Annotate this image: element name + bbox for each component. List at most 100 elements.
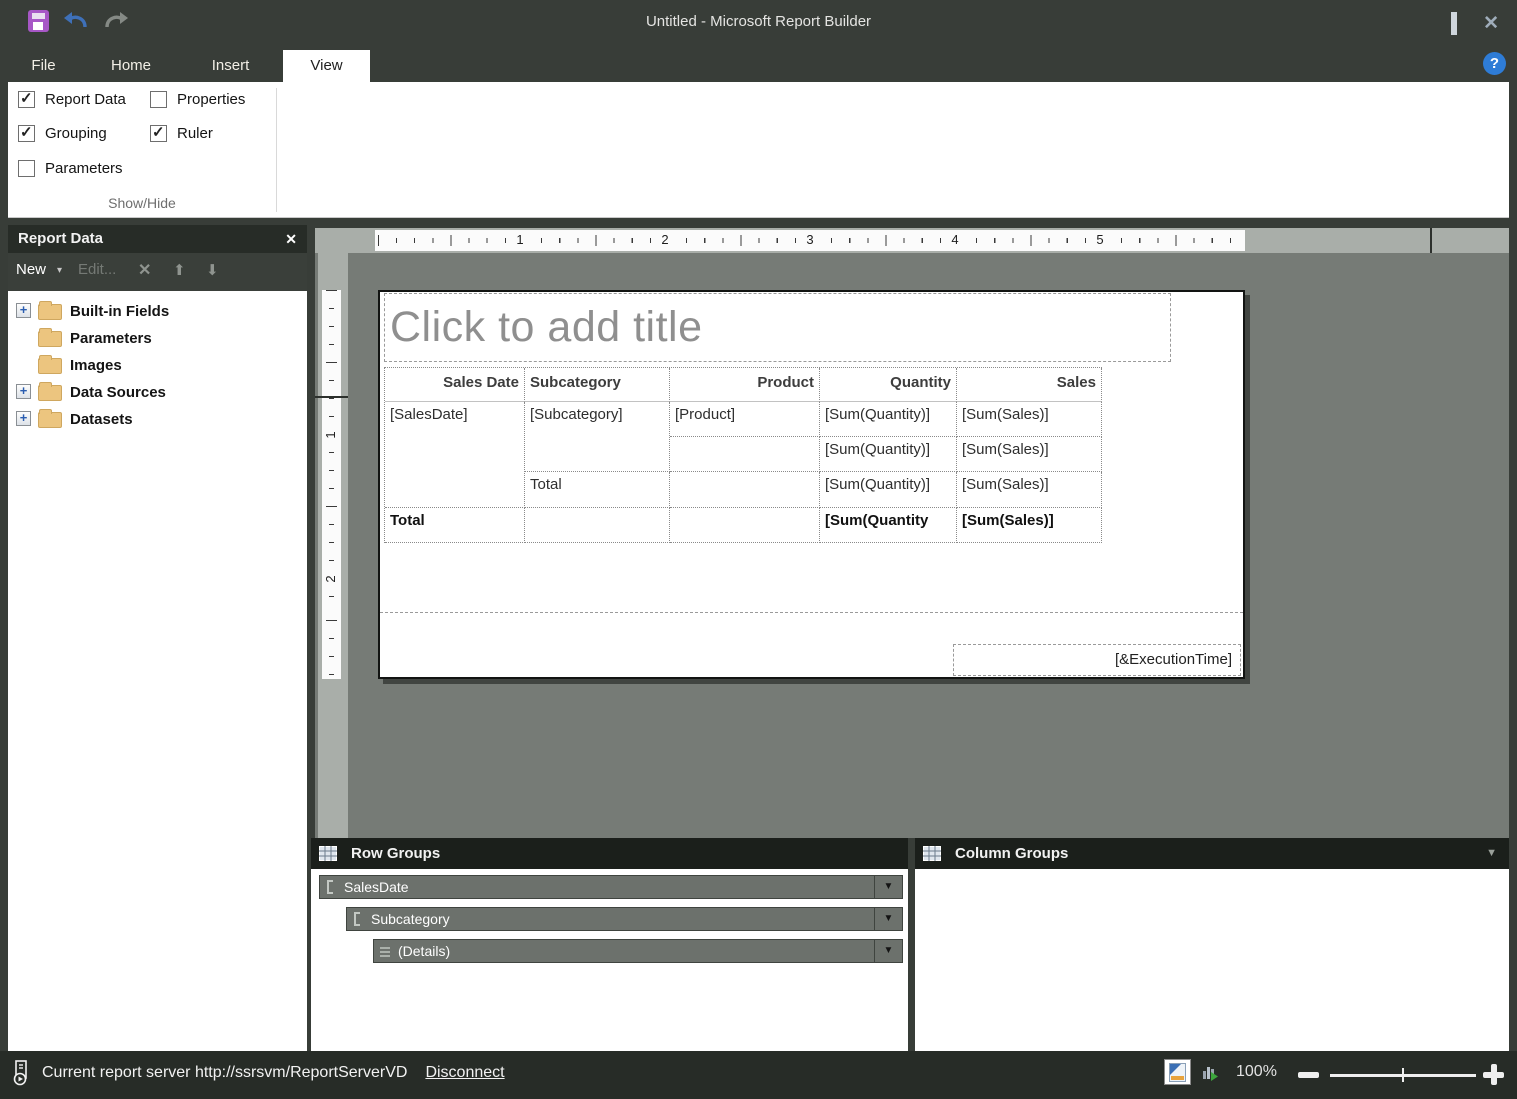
tablix-table[interactable]: Sales Date Subcategory Product Quantity …	[384, 367, 1102, 543]
disconnect-link[interactable]: Disconnect	[425, 1064, 504, 1082]
zoom-out-button[interactable]	[1298, 1072, 1319, 1078]
group-dropdown-button[interactable]: ▼	[874, 908, 902, 930]
column-groups-header: Column Groups ▼	[915, 838, 1509, 869]
tree-item-datasets[interactable]: + Datasets	[8, 407, 307, 434]
zoom-slider-handle[interactable]	[1402, 1068, 1404, 1082]
report-title-textbox[interactable]: Click to add title	[384, 293, 1171, 362]
tab-view[interactable]: View	[283, 50, 370, 82]
expand-icon[interactable]: +	[16, 384, 31, 399]
close-button[interactable]: ✕	[1483, 14, 1499, 33]
tree-item-parameters[interactable]: Parameters	[8, 326, 307, 353]
table-cell-subtotal-label[interactable]: Total	[525, 472, 670, 508]
column-header[interactable]: Product	[670, 368, 820, 402]
group-dropdown-button[interactable]: ▼	[874, 940, 902, 962]
report-data-toolbar: New ▾ Edit... ✕ ⬆ ⬇	[8, 253, 307, 291]
table-cell-sum-quantity[interactable]: [Sum(Quantity)]	[820, 402, 957, 437]
grouping-checkbox-label: Grouping	[45, 125, 107, 142]
properties-checkbox-label: Properties	[177, 91, 245, 108]
column-groups-dropdown-button[interactable]: ▼	[1486, 838, 1497, 869]
move-down-button[interactable]: ⬇	[206, 261, 219, 279]
tree-item-data-sources[interactable]: + Data Sources	[8, 380, 307, 407]
panel-close-button[interactable]: ✕	[285, 225, 297, 253]
group-bracket-icon	[354, 912, 360, 926]
move-up-button[interactable]: ⬆	[173, 261, 186, 279]
tree-item-built-in-fields[interactable]: + Built-in Fields	[8, 299, 307, 326]
folder-icon	[38, 412, 62, 428]
group-dropdown-button[interactable]: ▼	[874, 876, 902, 898]
column-header[interactable]: Sales Date	[385, 368, 525, 402]
table-cell-empty[interactable]	[670, 472, 820, 508]
table-cell-empty[interactable]	[670, 437, 820, 472]
expand-icon[interactable]: +	[16, 411, 31, 426]
delete-icon: ✕	[138, 262, 151, 279]
properties-checkbox[interactable]	[150, 91, 167, 108]
status-bar: Current report server http://ssrsvm/Repo…	[0, 1051, 1517, 1099]
column-groups-title: Column Groups	[955, 838, 1068, 869]
ribbon-view-tab-content: ✓ Report Data Properties ✓ Grouping ✓ Ru…	[8, 82, 1509, 218]
row-group-salesdate[interactable]: SalesDate ▼	[319, 875, 903, 899]
table-cell-sum-sales[interactable]: [Sum(Sales)]	[957, 437, 1102, 472]
group-label: Subcategory	[371, 911, 450, 927]
close-icon: ✕	[285, 231, 297, 247]
vertical-ruler: 1 2	[322, 290, 341, 679]
table-cell-total-quantity[interactable]: [Sum(Quantity	[820, 508, 957, 543]
tab-file[interactable]: File	[12, 50, 75, 82]
row-group-details[interactable]: (Details) ▼	[373, 939, 903, 963]
table-cell-sum-quantity[interactable]: [Sum(Quantity)]	[820, 472, 957, 508]
table-cell-empty[interactable]	[525, 508, 670, 543]
design-view-button[interactable]	[1164, 1059, 1191, 1085]
report-builder-window: Untitled - Microsoft Report Builder ✕ Fi…	[0, 0, 1517, 1099]
ruler-segment-footer	[322, 620, 341, 679]
column-header[interactable]: Quantity	[820, 368, 957, 402]
execution-time-textbox[interactable]: [&ExecutionTime]	[953, 644, 1241, 676]
report-data-checkbox[interactable]: ✓	[18, 91, 35, 108]
table-cell-empty[interactable]	[670, 508, 820, 543]
zoom-in-button[interactable]	[1483, 1064, 1504, 1085]
parameters-checkbox[interactable]	[18, 160, 35, 177]
row-groups-panel: SalesDate ▼ Subcategory ▼ (Details) ▼	[311, 869, 908, 1051]
grouping-checkbox[interactable]: ✓	[18, 125, 35, 142]
table-cell-sum-sales[interactable]: [Sum(Sales)]	[957, 402, 1102, 437]
table-cell-product[interactable]: [Product]	[670, 402, 820, 437]
tree-item-label: Data Sources	[70, 384, 166, 401]
report-server-icon	[12, 1060, 32, 1086]
ribbon-group-label: Show/Hide	[8, 195, 276, 211]
horizontal-ruler: 1 2 3 4 5	[375, 230, 1245, 251]
table-cell-total-label[interactable]: Total	[385, 508, 525, 543]
ruler-number: 1	[512, 232, 528, 247]
table-cell-subcategory[interactable]: [Subcategory]	[525, 402, 670, 472]
table-cell-total-sales[interactable]: [Sum(Sales)]	[957, 508, 1102, 543]
column-header[interactable]: Sales	[957, 368, 1102, 402]
ruler-marker	[1430, 228, 1432, 253]
edit-button[interactable]: Edit...	[78, 261, 116, 278]
expand-icon[interactable]: +	[16, 303, 31, 318]
table-grid-icon	[923, 846, 941, 861]
ruler-checkbox[interactable]: ✓	[150, 125, 167, 142]
up-arrow-icon: ⬆	[173, 262, 186, 279]
help-button[interactable]: ?	[1483, 52, 1506, 75]
report-canvas[interactable]: Click to add title Sales Date Subcategor…	[378, 290, 1245, 679]
group-bracket-icon	[327, 880, 333, 894]
tab-insert[interactable]: Insert	[188, 50, 273, 82]
table-cell-sum-quantity[interactable]: [Sum(Quantity)]	[820, 437, 957, 472]
dropdown-icon: ▼	[884, 881, 894, 892]
server-status: Current report server http://ssrsvm/Repo…	[12, 1060, 505, 1086]
group-label: SalesDate	[344, 879, 409, 895]
maximize-button[interactable]	[1451, 15, 1457, 33]
table-cell-salesdate[interactable]: [SalesDate]	[385, 402, 525, 508]
checkbox-row: ✓ Grouping	[18, 125, 107, 142]
group-label: (Details)	[398, 943, 450, 959]
window-title: Untitled - Microsoft Report Builder	[0, 13, 1517, 30]
ruler-segment-body: 1 2	[322, 290, 341, 612]
new-dropdown-icon[interactable]: ▾	[57, 265, 62, 276]
new-button[interactable]: New	[16, 261, 46, 278]
run-view-button[interactable]	[1196, 1059, 1223, 1085]
ruler-number: 2	[323, 571, 339, 587]
row-groups-title: Row Groups	[351, 838, 440, 869]
table-cell-sum-sales[interactable]: [Sum(Sales)]	[957, 472, 1102, 508]
row-group-subcategory[interactable]: Subcategory ▼	[346, 907, 903, 931]
delete-button[interactable]: ✕	[138, 260, 151, 280]
tree-item-images[interactable]: Images	[8, 353, 307, 380]
column-header[interactable]: Subcategory	[525, 368, 670, 402]
tab-home[interactable]: Home	[90, 50, 172, 82]
